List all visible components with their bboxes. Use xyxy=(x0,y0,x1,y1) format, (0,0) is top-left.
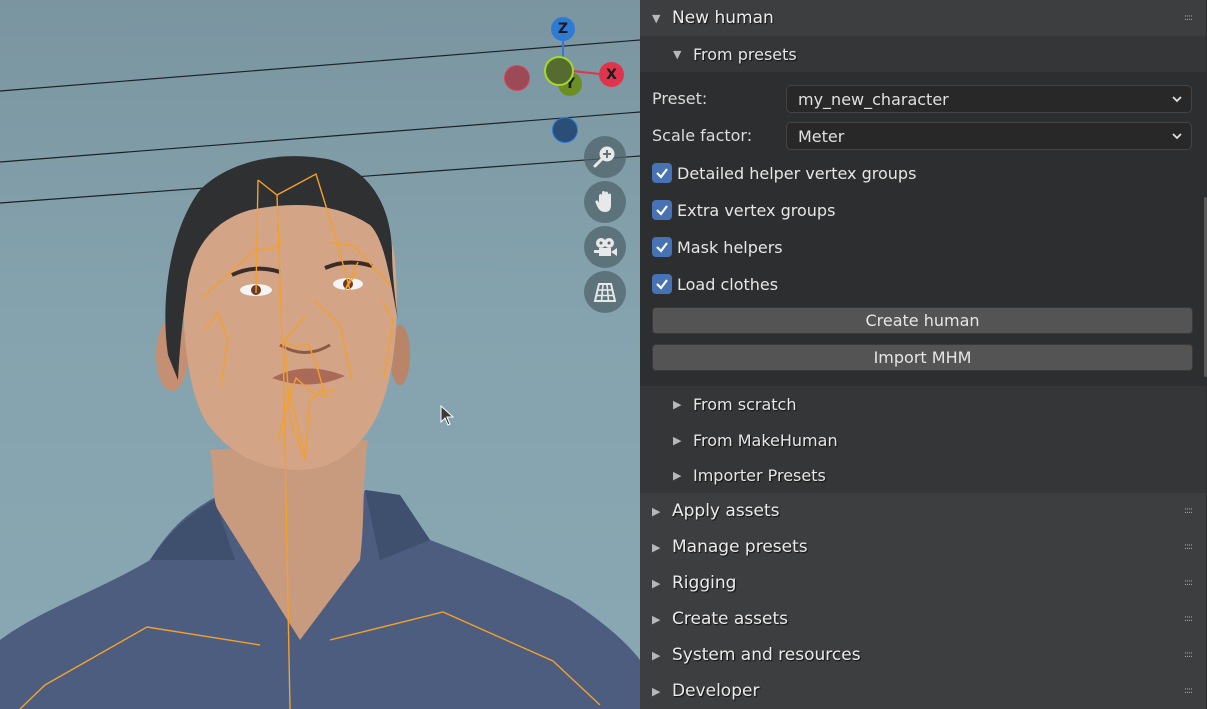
panel-title: Manage presets xyxy=(672,537,808,557)
drag-handle-icon[interactable]: :::: xyxy=(1184,579,1193,588)
chevron-down-icon xyxy=(1172,96,1182,103)
panel-header-rigging[interactable]: ▶ Rigging :::: xyxy=(640,565,1206,601)
expand-triangle-icon: ▶ xyxy=(652,540,661,554)
checkbox-label: Load clothes xyxy=(677,274,779,294)
panel-header-manage-presets[interactable]: ▶ Manage presets :::: xyxy=(640,529,1206,565)
3d-viewport[interactable]: Y Z X xyxy=(0,0,640,709)
panel-header-new-human[interactable]: ▼ New human :::: xyxy=(640,0,1206,36)
checkbox-label: Mask helpers xyxy=(677,237,783,257)
gizmo-center[interactable] xyxy=(544,56,574,86)
preset-label: Preset: xyxy=(652,89,708,108)
gizmo-x[interactable]: X xyxy=(599,62,624,87)
checkbox-detailed-helper-vertex-groups[interactable]: Detailed helper vertex groups xyxy=(652,161,916,185)
expand-triangle-icon: ▶ xyxy=(673,469,682,482)
drag-handle-icon[interactable]: :::: xyxy=(1184,14,1193,23)
create-human-button[interactable]: Create human xyxy=(652,307,1193,334)
expand-triangle-icon: ▶ xyxy=(652,504,661,518)
gizmo-neg-x[interactable] xyxy=(504,65,530,91)
subpanel-header-from-scratch[interactable]: ▶ From scratch xyxy=(640,386,1206,422)
zoom-icon xyxy=(593,146,615,168)
camera-icon xyxy=(594,238,617,256)
scale-factor-label: Scale factor: xyxy=(652,126,753,145)
scale-factor-value: Meter xyxy=(798,126,845,146)
subpanel-title: From scratch xyxy=(693,394,797,414)
subpanel-title: Importer Presets xyxy=(693,466,826,485)
expand-triangle-icon: ▶ xyxy=(673,433,682,447)
checkbox-checked[interactable] xyxy=(652,274,672,294)
panel-title: Developer xyxy=(672,681,760,701)
panel-header-apply-assets[interactable]: ▶ Apply assets :::: xyxy=(640,493,1206,529)
panel-header-system-and-resources[interactable]: ▶ System and resources :::: xyxy=(640,637,1206,673)
panel-title: Rigging xyxy=(672,573,737,593)
panel-header-developer[interactable]: ▶ Developer :::: xyxy=(640,673,1206,709)
import-mhm-button[interactable]: Import MHM xyxy=(652,344,1193,371)
expand-triangle-icon: ▶ xyxy=(673,397,682,411)
drag-handle-icon[interactable]: :::: xyxy=(1184,507,1193,516)
gizmo-x-label: X xyxy=(606,66,617,83)
mouse-cursor-icon xyxy=(440,405,455,426)
chevron-down-icon xyxy=(1172,133,1182,140)
drag-handle-icon[interactable]: :::: xyxy=(1184,687,1193,696)
checkbox-label: Detailed helper vertex groups xyxy=(677,163,917,183)
checkbox-mask-helpers[interactable]: Mask helpers xyxy=(652,235,783,259)
sidebar-panel: ▼ New human :::: ▼ From presets Preset: … xyxy=(640,0,1207,709)
expand-triangle-icon: ▶ xyxy=(652,576,661,590)
preset-value: my_new_character xyxy=(798,89,949,109)
expand-triangle-icon: ▶ xyxy=(652,648,661,662)
ortho-toggle-button[interactable] xyxy=(584,271,626,313)
subpanel-header-from-makehuman[interactable]: ▶ From MakeHuman xyxy=(640,422,1206,458)
checkbox-checked[interactable] xyxy=(652,163,672,183)
panel-title: Create assets xyxy=(672,609,789,629)
subpanel-header-from-presets[interactable]: ▼ From presets xyxy=(640,36,1206,72)
expand-triangle-icon: ▶ xyxy=(652,684,661,698)
scale-factor-dropdown[interactable]: Meter xyxy=(786,122,1192,150)
checkmark-icon xyxy=(656,242,668,253)
panel-header-create-assets[interactable]: ▶ Create assets :::: xyxy=(640,601,1206,637)
preset-dropdown[interactable]: my_new_character xyxy=(786,85,1192,113)
camera-view-button[interactable] xyxy=(584,226,626,268)
gizmo-z-label: Z xyxy=(557,21,569,37)
subpanel-header-importer-presets[interactable]: ▶ Importer Presets xyxy=(640,458,1206,493)
panel-title: New human xyxy=(672,8,774,28)
checkbox-load-clothes[interactable]: Load clothes xyxy=(652,272,778,296)
drag-handle-icon[interactable]: :::: xyxy=(1184,543,1193,552)
checkbox-checked[interactable] xyxy=(652,200,672,220)
subpanel-title: From presets xyxy=(693,44,797,64)
collapse-triangle-icon: ▼ xyxy=(652,11,661,25)
checkmark-icon xyxy=(656,279,668,290)
checkbox-checked[interactable] xyxy=(652,237,672,257)
pan-hand-icon xyxy=(595,191,611,212)
subpanel-title: From MakeHuman xyxy=(693,430,838,450)
ortho-grid-icon xyxy=(593,283,617,302)
panel-title: System and resources xyxy=(672,645,861,665)
collapse-triangle-icon: ▼ xyxy=(673,47,682,61)
pan-button[interactable] xyxy=(584,181,626,223)
panel-title: Apply assets xyxy=(672,501,780,521)
gizmo-neg-z[interactable] xyxy=(552,117,578,143)
checkbox-label: Extra vertex groups xyxy=(677,200,836,220)
zoom-button[interactable] xyxy=(584,136,626,178)
drag-handle-icon[interactable]: :::: xyxy=(1184,651,1193,660)
gizmo-z[interactable]: Z xyxy=(551,17,575,41)
checkmark-icon xyxy=(656,205,668,216)
expand-triangle-icon: ▶ xyxy=(652,612,661,626)
drag-handle-icon[interactable]: :::: xyxy=(1184,615,1193,624)
checkbox-extra-vertex-groups[interactable]: Extra vertex groups xyxy=(652,198,835,222)
checkmark-icon xyxy=(656,168,668,179)
